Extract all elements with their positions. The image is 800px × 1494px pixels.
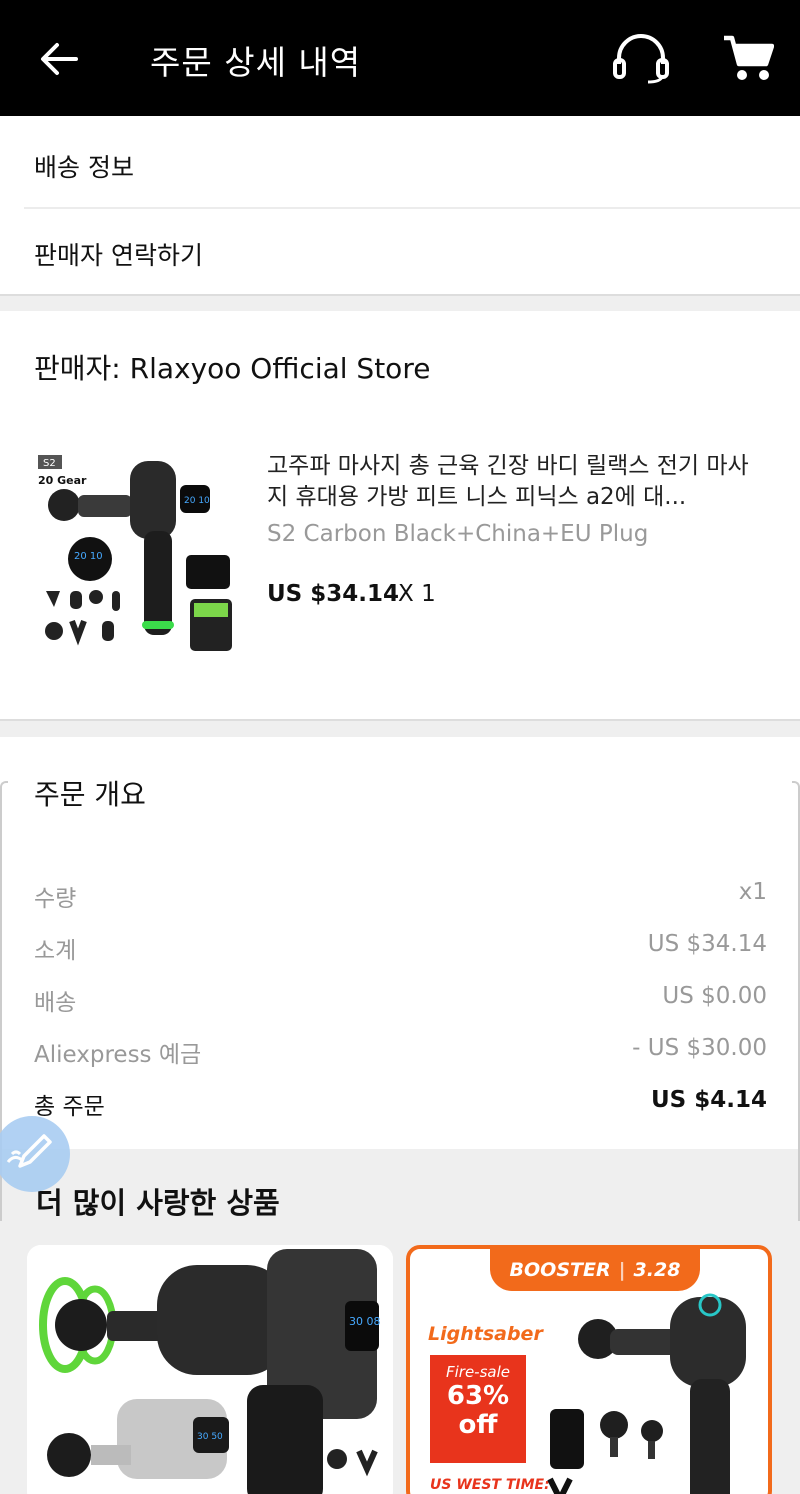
card1-display-2: 30 50 bbox=[197, 1432, 223, 1442]
timer-label: US WEST TIME: bbox=[430, 1477, 550, 1493]
summary-value: US $0.00 bbox=[662, 983, 767, 1009]
product-image[interactable]: S2 20 Gear 20 10 20 10 bbox=[34, 451, 242, 657]
seller-section: 판매자: Rlaxyoo Official Store S2 20 Gear 2… bbox=[0, 311, 800, 721]
summary-label: 배송 bbox=[34, 990, 77, 1016]
brand-name: BOOSTER bbox=[509, 1259, 611, 1281]
pencil-icon bbox=[6, 1134, 52, 1168]
summary-label: Aliexpress 예금 bbox=[34, 1042, 202, 1068]
summary-title: 주문 개요 bbox=[34, 778, 146, 811]
sale-badge: Fire-sale 63% off bbox=[430, 1355, 526, 1463]
headset-icon[interactable] bbox=[612, 34, 670, 84]
card1-display-1: 30 08 bbox=[349, 1315, 381, 1328]
sale-label: Fire-sale bbox=[445, 1363, 510, 1381]
shipping-info-link[interactable]: 배송 정보 bbox=[34, 148, 134, 184]
summary-value: US $34.14 bbox=[647, 931, 767, 957]
product-display-2: 20 10 bbox=[74, 551, 103, 562]
product-badge-text: S2 bbox=[43, 458, 56, 469]
cart-icon[interactable] bbox=[722, 34, 774, 82]
summary-label: 수량 bbox=[34, 886, 77, 912]
summary-row-shipping: 배송 US $0.00 bbox=[34, 983, 767, 1016]
panel-edge-right bbox=[792, 781, 800, 1221]
summary-row-total: 총 주문 US $4.14 bbox=[34, 1087, 767, 1120]
product-display-1: 20 10 bbox=[184, 496, 210, 506]
product-quantity: X 1 bbox=[398, 581, 436, 607]
product-line-label: Lightsaber bbox=[428, 1323, 543, 1345]
brand-divider: | bbox=[618, 1259, 626, 1281]
divider bbox=[24, 207, 800, 209]
recommendations-title: 더 많이 사랑한 상품 bbox=[36, 1186, 280, 1220]
product-card[interactable]: BOOSTER | 3.28 Lightsaber Fire-sale 63% … bbox=[406, 1245, 772, 1494]
top-app-bar: 주문 상세 내역 bbox=[0, 0, 800, 116]
product-variant: S2 Carbon Black+China+EU Plug bbox=[267, 521, 649, 547]
sale-off: off bbox=[458, 1410, 498, 1440]
summary-value: - US $30.00 bbox=[632, 1035, 767, 1061]
contact-seller-link[interactable]: 판매자 연락하기 bbox=[34, 236, 203, 272]
brand-date: 3.28 bbox=[633, 1259, 681, 1281]
product-caption-text: 20 Gear bbox=[38, 474, 87, 487]
product-price: US $34.14 bbox=[267, 581, 400, 607]
product-card[interactable]: 30 08 30 50 bbox=[27, 1245, 393, 1494]
seller-name[interactable]: 판매자: Rlaxyoo Official Store bbox=[34, 347, 430, 387]
summary-row-subtotal: 소계 US $34.14 bbox=[34, 931, 767, 964]
brand-banner: BOOSTER | 3.28 bbox=[490, 1249, 700, 1291]
sale-percent: 63% bbox=[446, 1381, 510, 1411]
summary-label: 소계 bbox=[34, 938, 77, 964]
summary-total-value: US $4.14 bbox=[651, 1087, 767, 1113]
product-title[interactable]: 고주파 마사지 총 근육 긴장 바디 릴랙스 전기 마사지 휴대용 가방 피트 … bbox=[267, 451, 767, 513]
product-card-image: 30 08 30 50 bbox=[27, 1245, 393, 1494]
summary-row-quantity: 수량 x1 bbox=[34, 879, 767, 912]
page-title: 주문 상세 내역 bbox=[150, 43, 362, 82]
summary-row-credit: Aliexpress 예금 - US $30.00 bbox=[34, 1035, 767, 1068]
order-summary: 주문 개요 수량 x1 소계 US $34.14 배송 US $0.00 Ali… bbox=[0, 737, 800, 1221]
order-menu: 배송 정보 판매자 연락하기 bbox=[0, 116, 800, 296]
feedback-button[interactable] bbox=[0, 1116, 70, 1192]
arrow-left-icon[interactable] bbox=[38, 38, 80, 80]
product-card-image bbox=[547, 1293, 746, 1494]
summary-value: x1 bbox=[738, 879, 767, 905]
